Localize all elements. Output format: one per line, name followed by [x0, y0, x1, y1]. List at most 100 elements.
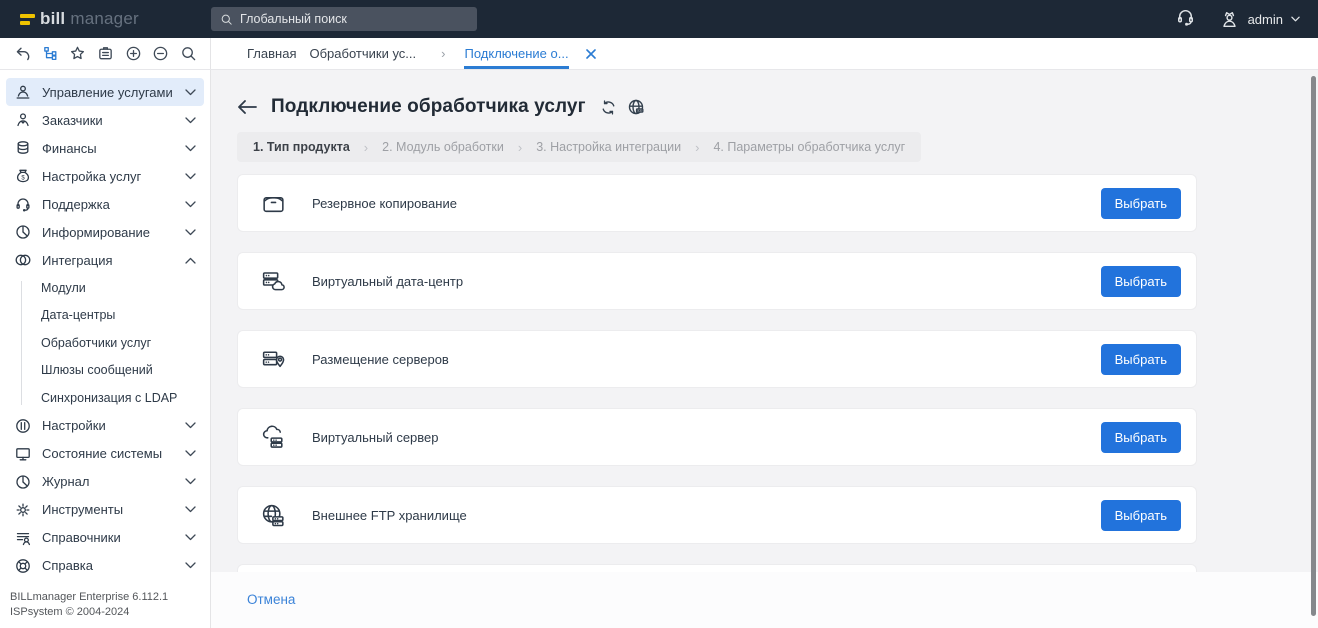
sidebar-item-label: Справочники — [42, 530, 121, 545]
page-title: Подключение обработчика услуг — [271, 96, 586, 117]
chevron-down-icon — [185, 450, 196, 457]
wizard-steps: 1. Тип продукта › 2. Модуль обработки › … — [237, 132, 922, 162]
select-button[interactable]: Выбрать — [1100, 265, 1181, 297]
sidebar-item-label: Управление услугами — [42, 84, 173, 100]
copyright-line: ISPsystem © 2004-2024 — [10, 606, 130, 619]
tab-connect-processor[interactable]: Подключение о... — [464, 38, 569, 69]
step-separator: › — [363, 139, 369, 155]
step-integration-setup: 3. Настройка интеграции — [536, 140, 682, 154]
cancel-link[interactable]: Отмена — [247, 592, 295, 607]
sidebar-item-service-management[interactable]: Управление услугами — [6, 78, 204, 106]
virtual-server-icon — [258, 424, 288, 451]
sidebar-subitem-ldap-sync[interactable]: Синхронизация с LDAP — [6, 384, 204, 412]
sidebar-subitem-datacenters[interactable]: Дата-центры — [6, 302, 204, 330]
wizard-footer: Отмена — [211, 572, 1318, 628]
tasks-icon[interactable] — [97, 45, 114, 62]
sidebar-item-directories[interactable]: Справочники — [6, 524, 204, 552]
tab-separator-chevron: › — [441, 46, 446, 61]
sidebar-item-label: Настройка услуг — [42, 168, 142, 184]
sidebar-item-integration[interactable]: Интеграция — [6, 246, 204, 274]
global-search-input[interactable]: Глобальный поиск — [211, 7, 477, 31]
select-button[interactable]: Выбрать — [1100, 499, 1181, 531]
sidebar-item-notifications[interactable]: Информирование — [6, 218, 204, 246]
hierarchy-icon[interactable] — [42, 45, 59, 62]
settings-tools-icon — [16, 418, 30, 433]
tab-close-icon[interactable] — [585, 38, 596, 69]
product-label: Внешнее FTP хранилище — [312, 507, 467, 523]
product-label: Виртуальный сервер — [312, 429, 439, 445]
star-icon[interactable] — [69, 45, 86, 62]
back-arrow-icon[interactable] — [237, 99, 257, 115]
sidebar-item-label: Информирование — [42, 224, 150, 240]
zoom-out-icon[interactable] — [152, 45, 169, 62]
customers-icon — [17, 113, 29, 127]
sidebar-item-label: Заказчики — [42, 112, 103, 128]
sidebar-menu: Управление услугами Заказчики Финансы $ … — [0, 70, 210, 580]
zoom-in-icon[interactable] — [125, 45, 142, 62]
chevron-down-icon — [185, 116, 196, 124]
vertical-scrollbar[interactable] — [1311, 76, 1316, 616]
sidebar-item-label: Настройки — [42, 418, 106, 433]
sidebar-subitem-modules[interactable]: Модули — [6, 274, 204, 302]
colocation-icon — [258, 346, 288, 373]
topbar-right: admin — [1176, 7, 1318, 31]
chevron-down-icon — [185, 422, 196, 429]
sidebar-item-label: Состояние системы — [42, 446, 163, 461]
back-icon[interactable] — [13, 46, 31, 62]
select-button[interactable]: Выбрать — [1100, 343, 1181, 375]
gear-icon — [16, 503, 30, 516]
sidebar-item-label: Справка — [42, 558, 93, 573]
chevron-down-icon — [185, 478, 196, 485]
product-card-ftp-storage: Внешнее FTP хранилище Выбрать — [237, 486, 1197, 544]
tab-home[interactable]: Главная — [247, 38, 296, 69]
sidebar-subitem-service-processors[interactable]: Обработчики услуг — [6, 329, 204, 357]
sidebar-item-service-setup[interactable]: $ Настройка услуг — [6, 162, 204, 190]
chevron-down-icon — [185, 506, 196, 513]
chevron-down-icon — [185, 144, 196, 152]
main-area: Подключение обработчика услуг 1. Тип про… — [211, 70, 1318, 628]
admin-avatar-icon — [1222, 11, 1236, 27]
product-label: Размещение серверов — [312, 351, 449, 367]
directories-icon — [16, 532, 31, 545]
sidebar-item-label: Инструменты — [42, 502, 124, 517]
sidebar-item-help[interactable]: Справка — [6, 552, 204, 580]
chevron-down-icon — [185, 200, 196, 208]
logo-text-secondary: manager — [70, 9, 139, 28]
service-management-icon — [16, 85, 30, 99]
app-logo: bill manager — [0, 9, 211, 29]
integration-submenu: Модули Дата-центры Обработчики услуг Шлю… — [6, 274, 204, 412]
pie-chart-icon — [16, 225, 30, 239]
tab-processing-modules[interactable]: Обработчики ус... — [309, 38, 416, 69]
sidebar: Управление услугами Заказчики Финансы $ … — [0, 70, 211, 628]
sidebar-item-customers[interactable]: Заказчики — [6, 106, 204, 134]
user-menu[interactable]: admin — [1219, 9, 1300, 30]
step-separator: › — [517, 139, 523, 155]
tab-bar: Главная Обработчики ус... › Подключение … — [247, 38, 596, 69]
version-line: BILLmanager Enterprise 6.112.1 — [10, 591, 169, 604]
global-search-placeholder: Глобальный поиск — [240, 12, 347, 26]
sidebar-item-journal[interactable]: Журнал — [6, 468, 204, 496]
search-icon[interactable] — [180, 45, 197, 62]
backup-icon — [258, 190, 288, 217]
integration-icon — [15, 254, 31, 266]
logo-text-primary: bill — [40, 9, 66, 28]
chevron-down-icon — [1291, 16, 1300, 22]
sidebar-item-system-status[interactable]: Состояние системы — [6, 440, 204, 468]
refresh-icon[interactable] — [600, 99, 617, 116]
step-processing-module: 2. Модуль обработки — [382, 140, 504, 154]
support-headset-icon[interactable] — [1176, 7, 1195, 31]
toolbar — [0, 38, 211, 69]
chevron-down-icon — [185, 88, 196, 96]
sidebar-item-finance[interactable]: Финансы — [6, 134, 204, 162]
sidebar-item-tools[interactable]: Инструменты — [6, 496, 204, 524]
product-card-colocation: Размещение серверов Выбрать — [237, 330, 1197, 388]
globe-icon[interactable] — [627, 98, 645, 116]
sidebar-item-settings[interactable]: Настройки — [6, 412, 204, 440]
logo-icon — [20, 13, 35, 25]
select-button[interactable]: Выбрать — [1100, 187, 1181, 219]
sidebar-subitem-message-gateways[interactable]: Шлюзы сообщений — [6, 357, 204, 385]
username-label: admin — [1247, 11, 1283, 27]
select-button[interactable]: Выбрать — [1100, 421, 1181, 453]
sidebar-item-support[interactable]: Поддержка — [6, 190, 204, 218]
chevron-up-icon — [185, 257, 196, 264]
